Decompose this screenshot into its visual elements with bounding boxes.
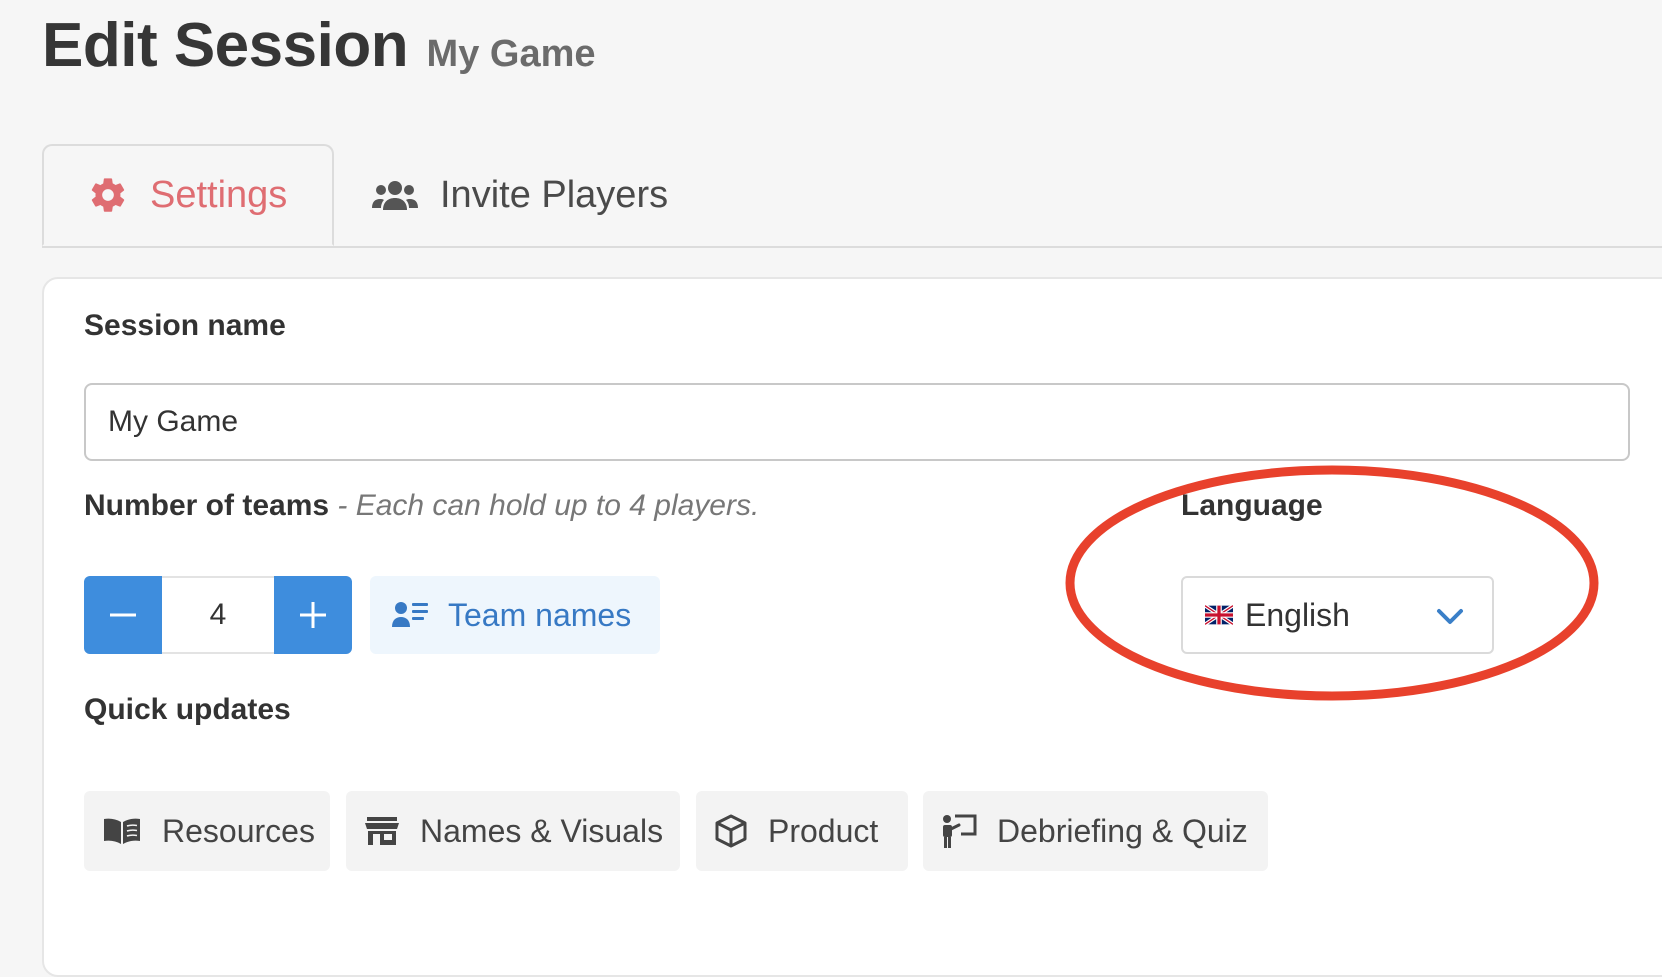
- language-select[interactable]: English: [1181, 576, 1494, 654]
- decrement-teams-button[interactable]: [84, 576, 162, 654]
- team-names-label: Team names: [448, 596, 632, 633]
- session-name-label: Session name: [84, 309, 286, 342]
- tab-bar: Settings Invite Players: [42, 144, 1662, 248]
- tab-settings-label: Settings: [150, 173, 288, 216]
- presenter-icon: [941, 813, 977, 849]
- product-label: Product: [768, 812, 879, 849]
- names-visuals-label: Names & Visuals: [420, 812, 664, 849]
- language-label: Language: [1181, 489, 1323, 522]
- page-header: Edit Session My Game: [42, 10, 596, 81]
- resources-button[interactable]: Resources: [84, 791, 330, 871]
- tab-invite-players[interactable]: Invite Players: [372, 144, 668, 246]
- chevron-down-icon: [1436, 604, 1464, 628]
- teams-count-input[interactable]: 4: [162, 576, 274, 654]
- teams-label: Number of teams: [84, 489, 330, 522]
- users-icon: [372, 178, 418, 212]
- product-button[interactable]: Product: [696, 791, 908, 871]
- book-open-icon: [102, 816, 142, 846]
- tab-invite-players-label: Invite Players: [440, 173, 669, 216]
- box-icon: [714, 814, 748, 848]
- teams-hint: - Each can hold up to 4 players.: [329, 489, 760, 522]
- minus-icon: [108, 600, 138, 630]
- uk-flag-icon: [1205, 605, 1233, 625]
- team-names-button[interactable]: Team names: [370, 576, 660, 654]
- store-icon: [364, 816, 400, 846]
- gear-icon: [88, 175, 128, 215]
- plus-icon: [298, 600, 328, 630]
- session-name-input[interactable]: [84, 383, 1630, 461]
- teams-label-row: Number of teams - Each can hold up to 4 …: [84, 489, 759, 523]
- debriefing-quiz-button[interactable]: Debriefing & Quiz: [923, 791, 1268, 871]
- teams-stepper: 4: [84, 576, 352, 654]
- tab-settings[interactable]: Settings: [42, 144, 334, 246]
- debriefing-quiz-label: Debriefing & Quiz: [997, 812, 1248, 849]
- quick-updates-label: Quick updates: [84, 693, 291, 726]
- increment-teams-button[interactable]: [274, 576, 352, 654]
- user-list-icon: [392, 600, 428, 630]
- names-visuals-button[interactable]: Names & Visuals: [346, 791, 680, 871]
- resources-label: Resources: [162, 812, 315, 849]
- page-title: Edit Session: [42, 11, 409, 80]
- page-subtitle: My Game: [426, 33, 596, 75]
- language-value: English: [1245, 596, 1350, 633]
- settings-panel: Session name Number of teams - Each can …: [42, 277, 1662, 977]
